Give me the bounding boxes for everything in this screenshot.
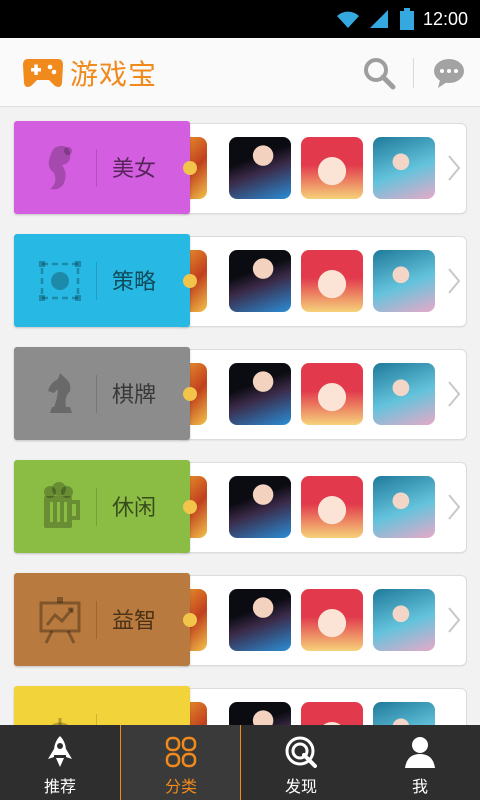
game-thumbnail-strip[interactable] [178, 462, 467, 553]
category-row-chess[interactable]: 棋牌 [14, 347, 467, 442]
category-name: 益智 [112, 609, 157, 634]
game-thumbnail[interactable] [229, 363, 291, 425]
connector-dot [183, 613, 197, 627]
category-label-strategy[interactable]: 策略 [14, 234, 197, 327]
chevron-right-icon[interactable] [447, 380, 461, 408]
game-thumbnail[interactable] [373, 250, 435, 312]
game-thumbnail-strip[interactable] [178, 236, 467, 327]
category-label-puzzle[interactable]: 益智 [14, 573, 197, 666]
connector-dot [183, 387, 197, 401]
game-thumbnail-strip[interactable] [178, 123, 467, 214]
category-grid-icon [165, 736, 197, 768]
signal-icon [370, 10, 388, 28]
category-label-beauty[interactable]: 美女 [14, 121, 197, 214]
game-thumbnail[interactable] [229, 250, 291, 312]
game-thumbnail-strip[interactable] [178, 688, 467, 725]
game-thumbnail[interactable] [301, 589, 363, 651]
presentation-chart-icon [39, 597, 81, 644]
game-thumbnail[interactable] [373, 363, 435, 425]
chevron-right-icon[interactable] [447, 267, 461, 295]
target-grid-icon [39, 261, 81, 301]
game-thumbnail[interactable] [301, 476, 363, 538]
category-name: 美女 [112, 157, 157, 182]
tab-me[interactable]: 我 [360, 725, 480, 800]
tab-label: 我 [411, 777, 428, 796]
search-icon[interactable] [362, 56, 396, 90]
game-thumbnail[interactable] [229, 589, 291, 651]
app-title: 游戏宝 [70, 58, 158, 91]
message-icon[interactable] [432, 56, 466, 90]
game-thumbnail[interactable] [229, 476, 291, 538]
status-time: 12:00 [422, 9, 468, 29]
tab-label: 分类 [164, 777, 197, 796]
category-label-casual[interactable]: 休闲 [14, 460, 197, 553]
game-thumbnail[interactable] [229, 137, 291, 199]
battery-icon [400, 8, 414, 30]
game-thumbnail[interactable] [373, 137, 435, 199]
game-thumbnail[interactable] [301, 363, 363, 425]
category-name: 策略 [112, 270, 157, 295]
tab-label: 推荐 [43, 777, 76, 796]
beer-mug-icon [44, 482, 80, 528]
category-row-puzzle[interactable]: 益智 [14, 573, 467, 668]
woman-icon [48, 145, 72, 190]
bottom-tab-bar: 推荐 分类 发现 我 [0, 725, 480, 800]
label-divider [96, 149, 97, 187]
game-thumbnail[interactable] [373, 589, 435, 651]
discover-icon [285, 736, 317, 768]
game-thumbnail[interactable] [301, 250, 363, 312]
game-thumbnail[interactable] [301, 137, 363, 199]
category-name: 棋牌 [112, 383, 157, 408]
rocket-icon [48, 736, 72, 767]
chevron-right-icon[interactable] [447, 606, 461, 634]
category-row-shooting[interactable] [14, 686, 467, 725]
label-divider [96, 262, 97, 300]
game-thumbnail-strip[interactable] [178, 349, 467, 440]
connector-dot [183, 161, 197, 175]
status-bar: 12:00 [0, 0, 480, 38]
tab-recommend[interactable]: 推荐 [0, 725, 120, 800]
category-name: 休闲 [112, 496, 157, 521]
tab-discover[interactable]: 发现 [241, 725, 360, 800]
tab-category[interactable]: 分类 [121, 725, 240, 800]
category-list[interactable]: 美女 策略 棋牌 休闲 益智 [0, 107, 480, 725]
user-icon [405, 737, 435, 768]
game-thumbnail[interactable] [373, 702, 435, 725]
chevron-right-icon[interactable] [447, 493, 461, 521]
category-row-casual[interactable]: 休闲 [14, 460, 467, 555]
header-divider [413, 58, 414, 88]
chess-knight-icon [48, 373, 72, 413]
game-thumbnail-strip[interactable] [178, 575, 467, 666]
tab-label: 发现 [284, 777, 317, 796]
label-divider [96, 714, 97, 725]
category-label-chess[interactable]: 棋牌 [14, 347, 197, 440]
category-row-beauty[interactable]: 美女 [14, 121, 467, 216]
chevron-right-icon[interactable] [447, 154, 461, 182]
category-row-strategy[interactable]: 策略 [14, 234, 467, 329]
game-thumbnail[interactable] [373, 476, 435, 538]
gamepad-logo-icon [23, 59, 63, 87]
wifi-icon [337, 11, 359, 28]
label-divider [96, 375, 97, 413]
label-divider [96, 601, 97, 639]
app-header: 游戏宝 [0, 38, 480, 107]
category-label-partial[interactable] [14, 686, 190, 725]
label-divider [96, 488, 97, 526]
crosshair-icon [51, 718, 69, 725]
connector-dot [183, 500, 197, 514]
game-thumbnail[interactable] [301, 702, 363, 725]
game-thumbnail[interactable] [229, 702, 291, 725]
connector-dot [183, 274, 197, 288]
